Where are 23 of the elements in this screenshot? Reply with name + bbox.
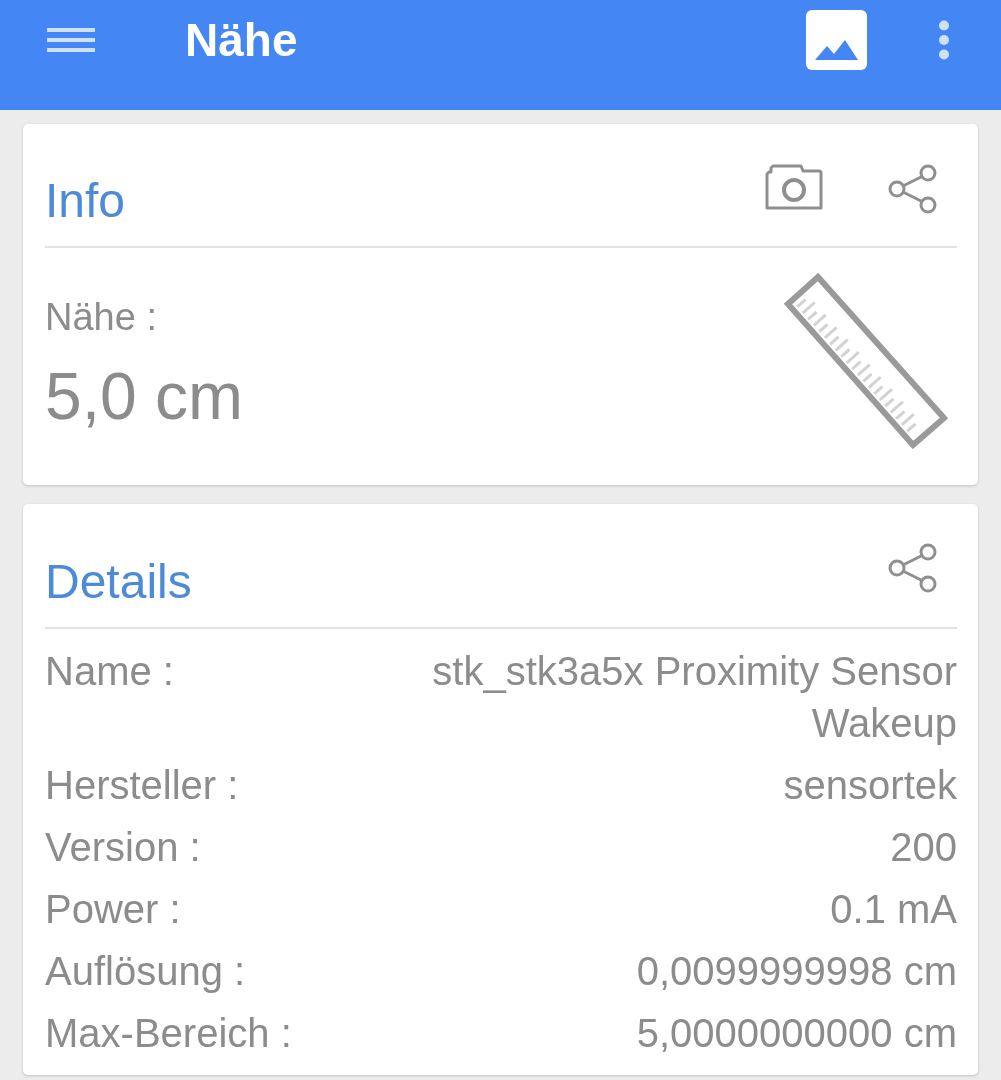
share-icon[interactable]	[888, 164, 938, 214]
detail-value: sensortek	[783, 762, 957, 809]
image-icon[interactable]	[806, 10, 867, 70]
detail-label: Auflösung :	[45, 948, 246, 995]
detail-value: 5,0000000000 cm	[636, 1010, 957, 1057]
ruler-icon	[784, 273, 948, 449]
detail-label: Max-Bereich :	[45, 1010, 292, 1057]
share-icon[interactable]	[888, 543, 938, 593]
detail-value: 200	[890, 824, 957, 871]
detail-label: Hersteller :	[45, 762, 239, 809]
app-title: Nähe	[185, 13, 298, 68]
measure-value: 5,0 cm	[45, 358, 244, 434]
detail-label: Name :	[45, 648, 174, 695]
detail-value: 0.1 mA	[830, 886, 957, 933]
detail-value: 0,0099999998 cm	[636, 948, 957, 995]
measure-label: Nähe :	[45, 295, 158, 340]
card-title: Info	[45, 173, 126, 229]
more-options-icon[interactable]	[936, 20, 952, 60]
camera-icon[interactable]	[765, 164, 823, 210]
card-title: Details	[45, 554, 192, 610]
menu-icon[interactable]	[47, 28, 95, 52]
detail-label: Version :	[45, 824, 201, 871]
detail-label: Power :	[45, 886, 181, 933]
